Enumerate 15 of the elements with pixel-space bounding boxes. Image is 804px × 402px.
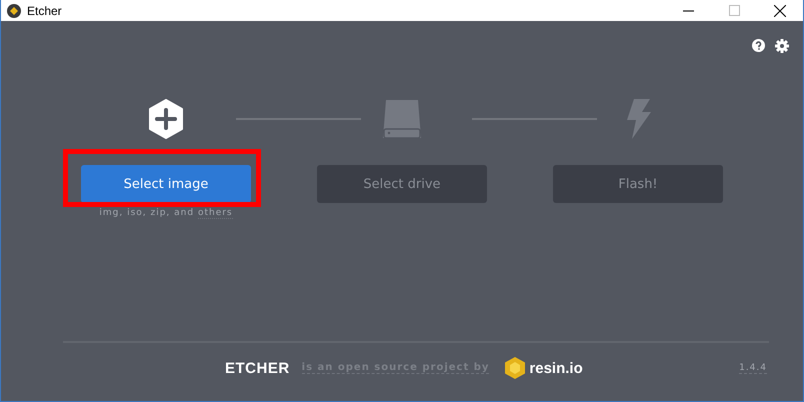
version-label: 1.4.4 <box>739 362 767 374</box>
app-logo-icon <box>7 4 21 18</box>
cube-logo-icon <box>505 357 526 379</box>
etcher-logo: ETCHER <box>225 360 290 376</box>
resin-logo: resin.io <box>529 360 583 376</box>
close-icon[interactable] <box>774 4 786 16</box>
settings-icon[interactable] <box>775 39 789 53</box>
lightning-icon <box>624 99 652 139</box>
file-types-hint: img, iso, zip, and others <box>99 208 233 218</box>
others-link[interactable]: others <box>198 208 233 219</box>
image-button[interactable]: Select image <box>81 165 251 203</box>
plus-hexagon-icon <box>148 99 184 139</box>
help-icon[interactable] <box>752 39 765 52</box>
window-title: Etcher <box>27 4 62 18</box>
hard-drive-icon <box>382 98 422 140</box>
